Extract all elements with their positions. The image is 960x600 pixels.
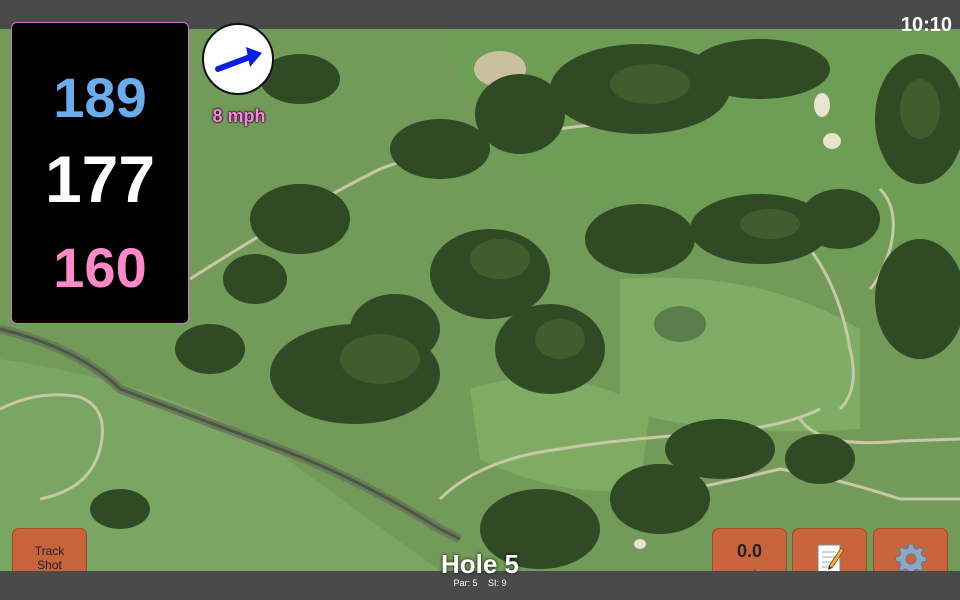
arrow-right-icon <box>215 47 262 72</box>
hole-info: Par: 5 SI: 9 <box>430 578 530 588</box>
front-distance: 160 <box>53 236 147 299</box>
distance-panel: 189 177 160 <box>11 22 189 324</box>
wind-value: 0.0 <box>736 541 763 561</box>
status-clock: 10:10 <box>900 14 952 36</box>
stroke-index-label: SI: 9 <box>488 578 507 588</box>
wind-direction-indicator <box>202 23 274 95</box>
track-shot-label: Track Shot <box>34 543 65 572</box>
gear-icon <box>894 543 927 574</box>
back-distance: 189 <box>53 66 147 129</box>
middle-distance: 177 <box>44 142 156 216</box>
hole-title: Hole 5 <box>440 549 520 579</box>
par-label: Par: 5 <box>453 578 478 588</box>
notepad-icon <box>817 544 845 572</box>
wind-speed-label: 8 mph <box>212 106 266 126</box>
